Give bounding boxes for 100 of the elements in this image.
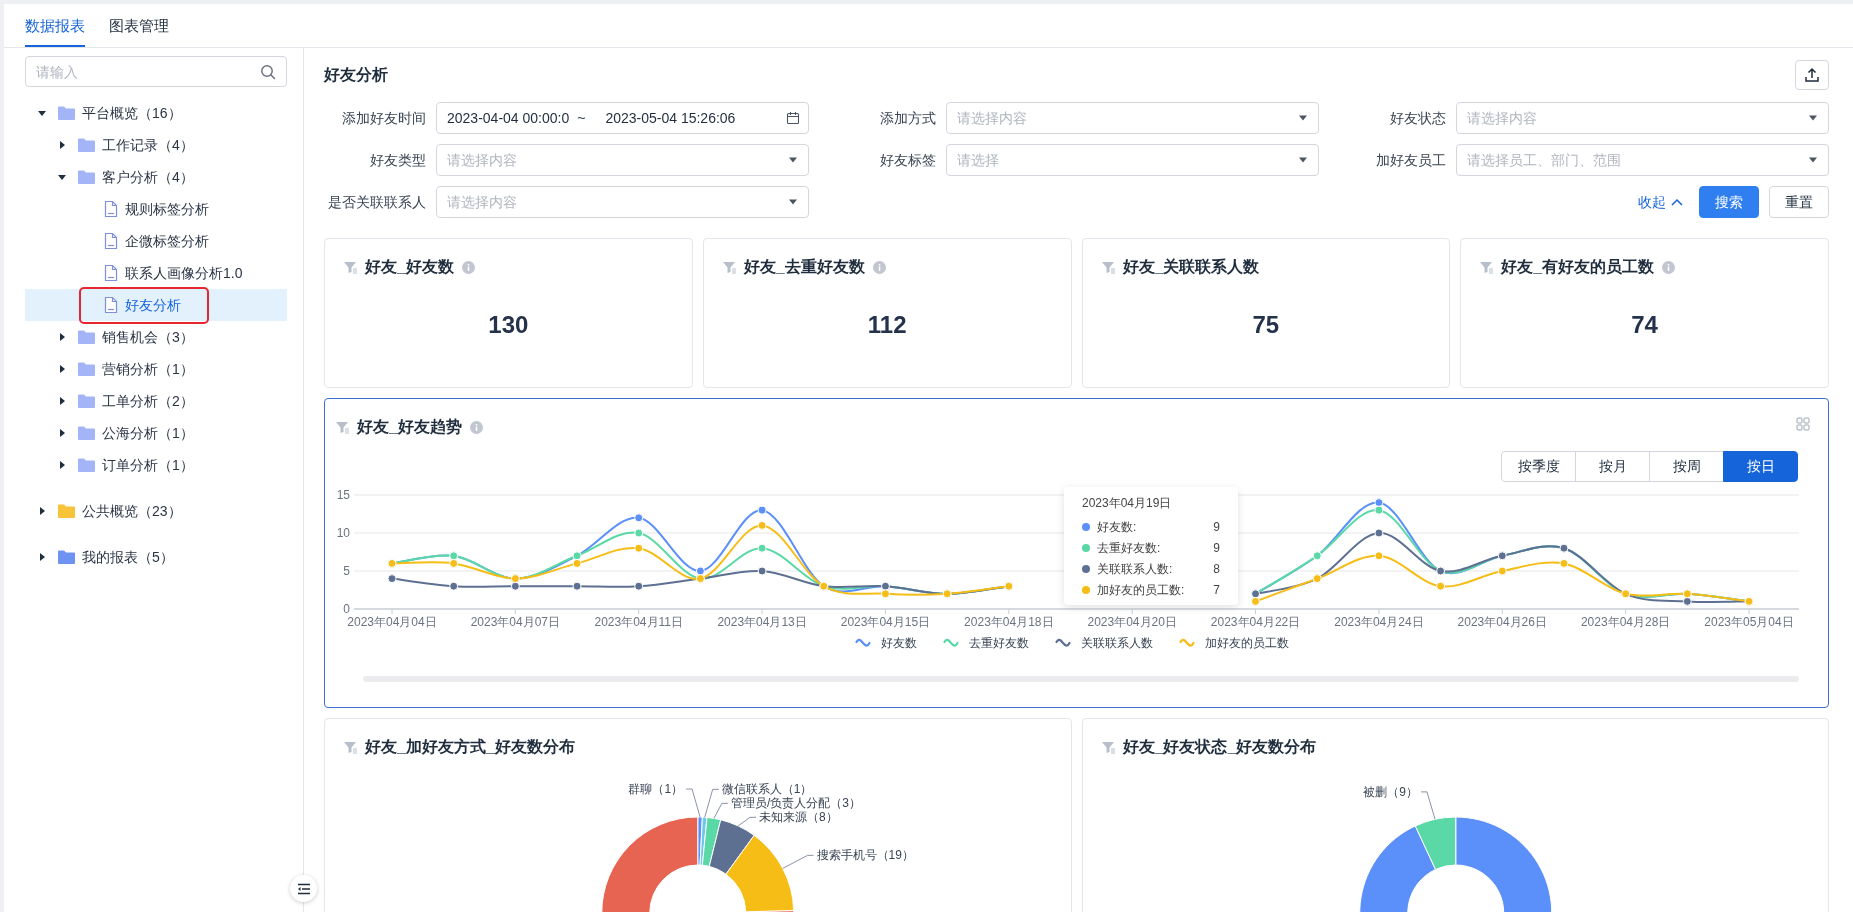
- point: [634, 528, 644, 538]
- slice-label: 管理员/负责人分配（3）: [730, 796, 861, 811]
- tree-item-label[interactable]: 平台概览（16）: [82, 102, 182, 124]
- tree-item-label[interactable]: 营销分析（1）: [102, 358, 194, 380]
- caret-icon[interactable]: [37, 108, 47, 118]
- tooltip-label: 去重好友数:: [1097, 539, 1161, 557]
- tree-item-label[interactable]: 规则标签分析: [125, 198, 209, 220]
- legend-item[interactable]: 去重好友数: [942, 634, 1029, 652]
- tree-item-label[interactable]: 好友分析: [125, 294, 181, 316]
- caret-icon[interactable]: [57, 172, 67, 182]
- select-field[interactable]: 请选择内容: [1456, 102, 1829, 134]
- caret-icon[interactable]: [37, 506, 47, 516]
- point: [1436, 581, 1446, 591]
- legend-label: 加好友的员工数: [1204, 635, 1289, 652]
- tooltip-label: 加好友的员工数:: [1097, 581, 1185, 599]
- slice-label: 被删（9）: [1362, 784, 1418, 799]
- upload-icon: [1804, 67, 1820, 83]
- tree-item-label[interactable]: 销售机会（3）: [102, 326, 194, 348]
- tree-item-label[interactable]: 公海分析（1）: [102, 422, 194, 444]
- card-title: 好友_好友趋势: [357, 417, 462, 437]
- legend-item[interactable]: 好友数: [854, 634, 917, 652]
- point: [757, 505, 767, 515]
- point: [572, 581, 582, 591]
- dropdown-arrow-icon: [1808, 114, 1818, 122]
- field-label: 好友类型: [369, 150, 427, 170]
- point: [757, 520, 767, 530]
- point: [510, 581, 520, 591]
- kpi-value: 112: [866, 310, 908, 340]
- caret-icon[interactable]: [37, 552, 47, 562]
- caret-icon[interactable]: [57, 460, 67, 470]
- point: [695, 566, 705, 576]
- period-tab[interactable]: 按月: [1575, 451, 1650, 482]
- select-field[interactable]: 请选择内容: [946, 102, 1319, 134]
- point: [449, 558, 459, 568]
- axis-label: 2023年04月04日: [347, 615, 437, 629]
- search-field[interactable]: 请输入: [25, 56, 287, 87]
- tooltip-value: 8: [1213, 560, 1220, 578]
- tree-item-label[interactable]: 工作记录（4）: [102, 134, 194, 156]
- select-field[interactable]: 请选择员工、部门、范围: [1456, 144, 1829, 176]
- card-title: 好友_好友状态_好友数分布: [1122, 737, 1317, 757]
- point: [572, 558, 582, 568]
- tree-item-label[interactable]: 我的报表（5）: [82, 546, 174, 568]
- tree-item-label[interactable]: 联系人画像分析1.0: [125, 262, 243, 284]
- period-tab[interactable]: 按周: [1649, 451, 1724, 482]
- kpi-value: 74: [1630, 310, 1659, 340]
- point: [1374, 505, 1384, 515]
- legend-item[interactable]: 加好友的员工数: [1178, 634, 1289, 652]
- collapse-link[interactable]: 收起: [1632, 191, 1689, 213]
- select-field[interactable]: 请选择内容: [436, 144, 809, 176]
- document-icon: [103, 296, 119, 314]
- tree-item-label[interactable]: 客户分析（4）: [102, 166, 194, 188]
- period-tab[interactable]: 按季度: [1501, 451, 1576, 482]
- document-icon: [103, 200, 119, 218]
- tooltip-value: 7: [1213, 581, 1220, 599]
- caret-icon[interactable]: [57, 396, 67, 406]
- search-icon[interactable]: [260, 63, 276, 80]
- point: [1374, 551, 1384, 561]
- wave-icon: [1054, 638, 1071, 648]
- date-range-field[interactable]: 2023-04-04 00:00:0 ~ 2023-05-04 15:26:06: [436, 102, 809, 134]
- axis-label: 2023年04月13日: [717, 615, 807, 629]
- wave-icon: [1178, 638, 1195, 648]
- leader-line: [1420, 791, 1436, 820]
- tree-item-label[interactable]: 公共概览（23）: [82, 500, 182, 522]
- legend-label: 好友数: [880, 635, 917, 652]
- point: [387, 574, 397, 584]
- page-title: 好友分析: [324, 65, 388, 85]
- field-label: 加好友员工: [1375, 150, 1447, 170]
- export-button[interactable]: [1795, 60, 1829, 90]
- caret-icon[interactable]: [57, 428, 67, 438]
- chevron-up-icon: [1671, 198, 1683, 206]
- caret-icon[interactable]: [57, 140, 67, 150]
- tooltip-value: 9: [1213, 518, 1220, 536]
- calendar-icon: [786, 111, 800, 125]
- collapse-sidebar-button[interactable]: [290, 875, 317, 902]
- axis-label: 2023年04月26日: [1457, 615, 1547, 629]
- wave-icon: [942, 638, 959, 648]
- tree-item-label[interactable]: 订单分析（1）: [102, 454, 194, 476]
- tooltip-label: 关联联系人数:: [1097, 560, 1173, 578]
- caret-icon[interactable]: [57, 364, 67, 374]
- tab[interactable]: 图表管理: [109, 15, 169, 47]
- range-separator: ~: [577, 108, 586, 128]
- legend-label: 关联联系人数: [1080, 635, 1153, 652]
- legend-item[interactable]: 关联联系人数: [1054, 634, 1153, 652]
- select-field[interactable]: 请选择内容: [436, 186, 809, 218]
- axis-label: 2023年04月07日: [470, 615, 561, 629]
- period-tab[interactable]: 按日: [1723, 451, 1798, 482]
- axis-label: 2023年04月20日: [1087, 615, 1177, 629]
- tab[interactable]: 数据报表: [25, 15, 85, 47]
- tree-item-label[interactable]: 企微标签分析: [125, 230, 209, 252]
- slice-label: 未知来源（8）: [759, 810, 838, 825]
- slice-label: 微信联系人（1）: [721, 782, 813, 797]
- search-button[interactable]: 搜索: [1699, 186, 1759, 218]
- axis-label: 2023年04月18日: [964, 615, 1054, 629]
- field-label: 添加好友时间: [341, 108, 427, 128]
- kpi-value: 75: [1251, 310, 1281, 340]
- tree-item-label[interactable]: 工单分析（2）: [102, 390, 194, 412]
- caret-icon[interactable]: [57, 332, 67, 342]
- select-field[interactable]: 请选择: [946, 144, 1319, 176]
- reset-button[interactable]: 重置: [1769, 186, 1829, 218]
- axis-label: 2023年04月15日: [840, 615, 931, 629]
